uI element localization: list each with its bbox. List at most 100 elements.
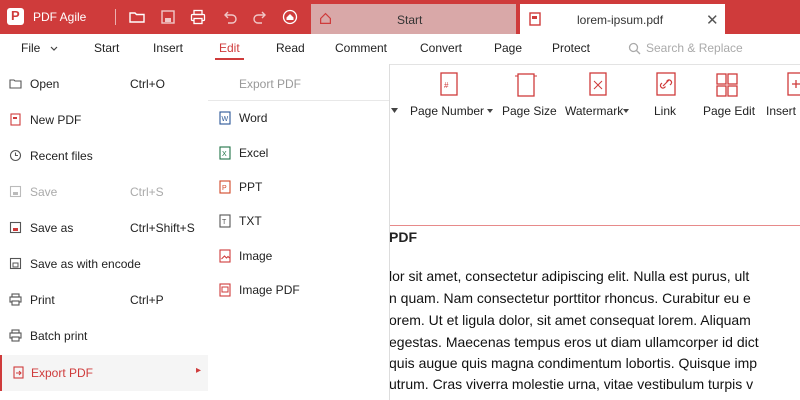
menu-edit[interactable]: Edit bbox=[215, 41, 244, 60]
export-txt[interactable]: T TXT bbox=[208, 204, 389, 238]
insert-page-button[interactable]: Insert P bbox=[766, 65, 800, 122]
svg-text:#: # bbox=[444, 81, 449, 90]
document-line: orem. Ut et ligula dolor, sit amet conse… bbox=[389, 312, 751, 328]
menu-item-label: Save bbox=[30, 185, 58, 199]
ppt-icon: P bbox=[219, 180, 231, 194]
export-image[interactable]: Image bbox=[208, 239, 389, 273]
search-icon[interactable] bbox=[628, 42, 641, 55]
svg-text:P: P bbox=[222, 185, 227, 192]
file-menu-batch-print[interactable]: Batch print bbox=[0, 318, 208, 354]
submenu-item-label: TXT bbox=[239, 214, 262, 228]
home-icon[interactable] bbox=[282, 9, 298, 25]
home-icon bbox=[320, 12, 331, 24]
page-size-button[interactable]: Page Size bbox=[502, 65, 557, 122]
menu-bar: File Start Insert Edit Read Comment Conv… bbox=[0, 34, 800, 65]
file-menu-save-as[interactable]: Save as Ctrl+Shift+S bbox=[0, 210, 208, 246]
app-name: PDF Agile bbox=[33, 10, 87, 24]
tool-label: Link bbox=[654, 104, 677, 118]
menu-insert[interactable]: Insert bbox=[153, 41, 183, 55]
tool-label: Page Edit bbox=[703, 104, 756, 118]
export-word[interactable]: W Word bbox=[208, 101, 389, 135]
image-icon bbox=[219, 249, 231, 263]
export-image-pdf[interactable]: Image PDF bbox=[208, 273, 389, 307]
word-icon: W bbox=[219, 111, 231, 125]
pdf-file-icon bbox=[529, 12, 541, 26]
shortcut-label: Ctrl+O bbox=[130, 77, 166, 91]
menu-protect[interactable]: Protect bbox=[552, 41, 590, 55]
image-pdf-icon bbox=[219, 283, 231, 297]
submenu-item-label: Word bbox=[239, 111, 268, 125]
app-logo-icon: P bbox=[7, 8, 24, 25]
save-icon bbox=[9, 185, 22, 198]
menu-item-label: Recent files bbox=[30, 149, 93, 163]
link-icon bbox=[656, 72, 676, 96]
save-icon[interactable] bbox=[160, 9, 176, 25]
tab-label: lorem-ipsum.pdf bbox=[577, 13, 664, 27]
file-menu-recent-files[interactable]: Recent files bbox=[0, 138, 208, 174]
document-line: n quam. Nam consectetur porttitor rhoncu… bbox=[389, 290, 751, 306]
tab-lorem-ipsum[interactable]: lorem-ipsum.pdf ✕ bbox=[520, 4, 725, 34]
batch-print-icon bbox=[9, 329, 22, 342]
edit-toolbar: # Page Number Page Size Watermark Link P… bbox=[389, 65, 800, 123]
menu-read[interactable]: Read bbox=[276, 41, 305, 55]
document-heading: PDF bbox=[389, 229, 417, 245]
svg-text:W: W bbox=[222, 116, 229, 123]
tab-label: Start bbox=[397, 13, 423, 27]
export-pdf-submenu: Export PDF W Word X Excel P PPT T TXT Im… bbox=[208, 64, 390, 400]
insert-page-icon bbox=[787, 72, 800, 96]
file-menu-print[interactable]: Print Ctrl+P bbox=[0, 282, 208, 318]
submenu-item-label: Excel bbox=[239, 146, 269, 160]
page-number-icon: # bbox=[440, 72, 458, 96]
undo-icon[interactable] bbox=[222, 9, 238, 25]
export-ppt[interactable]: P PPT bbox=[208, 170, 389, 204]
menu-item-label: Save as bbox=[30, 221, 74, 235]
menu-item-label: Open bbox=[30, 77, 60, 91]
document-line: utrum. Cras viverra molestie urna, vitae… bbox=[389, 376, 754, 392]
chevron-down-icon bbox=[50, 46, 58, 51]
submenu-item-label: PPT bbox=[239, 180, 263, 194]
close-icon[interactable]: ✕ bbox=[706, 11, 719, 29]
page-number-button[interactable]: # Page Number bbox=[410, 65, 493, 122]
tool-label: Page Size bbox=[502, 104, 557, 118]
watermark-button[interactable]: Watermark bbox=[565, 65, 635, 122]
menu-convert[interactable]: Convert bbox=[420, 41, 462, 55]
document-line: egestas. Maecenas tempus eros ut diam ul… bbox=[389, 334, 759, 350]
save-as-icon bbox=[9, 221, 22, 234]
tab-start[interactable]: Start bbox=[311, 4, 516, 34]
submenu-item-label: Image bbox=[239, 249, 273, 263]
redo-icon[interactable] bbox=[252, 9, 268, 25]
folder-icon bbox=[9, 79, 22, 89]
print-icon bbox=[9, 293, 22, 306]
chevron-down-icon[interactable] bbox=[391, 108, 398, 113]
file-menu-new-pdf[interactable]: New PDF bbox=[0, 102, 208, 138]
menu-item-label: Save as with encode bbox=[30, 257, 141, 271]
menu-item-label: New PDF bbox=[30, 113, 82, 127]
submenu-header: Export PDF bbox=[239, 77, 302, 91]
tool-label: Insert P bbox=[766, 104, 800, 118]
export-excel[interactable]: X Excel bbox=[208, 136, 389, 170]
open-folder-icon[interactable] bbox=[129, 9, 145, 25]
menu-file[interactable]: File bbox=[21, 41, 40, 55]
file-menu: Open Ctrl+O New PDF Recent files Save Ct… bbox=[0, 64, 209, 400]
menu-page[interactable]: Page bbox=[494, 41, 522, 55]
page-boundary-line bbox=[389, 225, 800, 226]
search-replace-input[interactable]: Search & Replace bbox=[646, 41, 743, 55]
new-pdf-icon bbox=[10, 113, 21, 126]
link-button[interactable]: Link bbox=[651, 65, 681, 122]
menu-start[interactable]: Start bbox=[94, 41, 119, 55]
file-menu-open[interactable]: Open Ctrl+O bbox=[0, 66, 208, 102]
tool-label: Watermark bbox=[565, 104, 624, 118]
page-edit-icon bbox=[716, 73, 738, 97]
menu-comment[interactable]: Comment bbox=[335, 41, 387, 55]
print-icon[interactable] bbox=[190, 9, 206, 25]
svg-text:T: T bbox=[222, 219, 227, 226]
file-menu-export-pdf[interactable]: Export PDF ▸ bbox=[0, 355, 208, 391]
menu-item-label: Print bbox=[30, 293, 55, 307]
clock-icon bbox=[9, 149, 22, 162]
chevron-down-icon bbox=[623, 109, 629, 113]
page-edit-button[interactable]: Page Edit bbox=[702, 65, 756, 122]
file-menu-save-as-encode[interactable]: Save as with encode bbox=[0, 246, 208, 282]
menu-item-label: Export PDF bbox=[31, 366, 94, 380]
page-size-icon bbox=[515, 73, 537, 97]
title-bar: P PDF Agile Start lorem-ipsum.pdf ✕ bbox=[0, 0, 800, 34]
